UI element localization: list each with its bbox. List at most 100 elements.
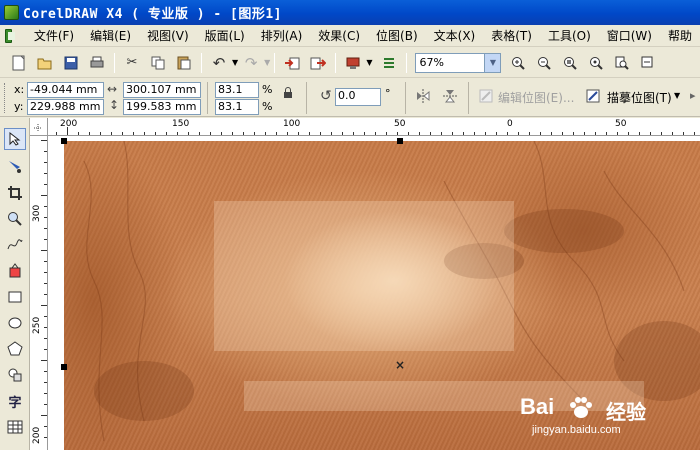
x-position-field[interactable]: -49.044 mm [27,82,104,98]
ruler-tick [628,132,629,135]
propbar-separator [468,82,469,114]
toolbox: 字 [0,118,30,450]
menu-help[interactable]: 帮助 [660,27,700,44]
basic-shapes-tool-icon[interactable] [4,364,26,386]
document-icon[interactable] [5,28,15,43]
trace-dropdown-icon[interactable]: ▼ [674,91,680,100]
menu-window[interactable]: 窗口(W) [599,27,660,44]
zoom-to-page-icon[interactable] [611,52,633,74]
ruler-tick [44,371,47,372]
y-position-field[interactable]: 229.988 mm [27,99,104,115]
menu-edit[interactable]: 编辑(E) [82,27,139,44]
ruler-tick [694,132,695,135]
trace-bitmap-icon[interactable] [586,89,600,106]
menu-file[interactable]: 文件(F) [26,27,82,44]
zoom-tool-icon[interactable] [4,208,26,230]
zoom-page-width-icon[interactable] [637,52,659,74]
ruler-label: 250 [32,316,42,334]
percent-label-y: % [262,100,273,113]
crop-tool-icon[interactable] [4,182,26,204]
launcher-dropdown-icon[interactable]: ▼ [366,58,372,67]
baidu-logo-text: Bai [520,394,555,419]
zoom-in-icon[interactable] [507,52,529,74]
menu-layout[interactable]: 版面(L) [197,27,253,44]
ruler-tick [375,132,376,135]
paste-icon[interactable] [173,52,195,74]
save-icon[interactable] [60,52,82,74]
ruler-tick [287,132,288,135]
y-label: y: [14,100,24,113]
table-tool-icon[interactable] [4,416,26,438]
undo-icon[interactable]: ↶ [208,52,230,74]
selection-handle-middle-left[interactable] [61,364,67,370]
width-field[interactable]: 300.107 mm [123,82,201,98]
polygon-tool-icon[interactable] [4,338,26,360]
print-icon[interactable] [86,52,108,74]
edit-bitmap-icon[interactable] [479,89,493,106]
ruler-origin-corner[interactable] [30,118,48,136]
toolbar-separator [274,52,276,73]
drawing-canvas[interactable]: × Bai 经验 jingyan.baidu.com [48,136,700,450]
smart-fill-tool-icon[interactable] [4,260,26,282]
redo-icon[interactable]: ↷ [240,52,262,74]
menu-arrange[interactable]: 排列(A) [253,27,311,44]
welcome-screen-icon[interactable] [378,52,400,74]
menu-view[interactable]: 视图(V) [139,27,197,44]
export-icon[interactable] [307,52,329,74]
menu-tools[interactable]: 工具(O) [540,27,599,44]
new-document-icon[interactable] [8,52,30,74]
scale-y-field[interactable]: 83.1 [215,99,259,115]
ruler-tick [177,132,178,135]
trace-bitmap-button[interactable]: 描摹位图(T) [607,89,672,106]
redo-dropdown-icon[interactable]: ▼ [264,58,270,67]
selection-handle-top-left[interactable] [61,138,67,144]
zoom-to-selected-icon[interactable] [559,52,581,74]
ruler-tick [254,132,255,135]
cut-icon[interactable]: ✂ [121,52,143,74]
freehand-tool-icon[interactable] [4,234,26,256]
zoom-level-select[interactable]: 67% ▼ [415,52,502,73]
selection-handle-top-center[interactable] [397,138,403,144]
application-launcher-icon[interactable] [342,52,364,74]
grip-handle[interactable] [4,83,7,113]
chevron-down-icon[interactable]: ▼ [484,53,501,72]
zoom-out-icon[interactable] [533,52,555,74]
lock-ratio-icon[interactable] [283,87,293,102]
ruler-tick [44,261,47,262]
coreldraw-app-icon[interactable] [4,5,19,20]
ruler-tick [210,132,211,135]
zoom-to-all-objects-icon[interactable] [585,52,607,74]
edit-bitmap-button[interactable]: 编辑位图(E)... [498,89,574,106]
scale-x-field[interactable]: 83.1 [215,82,259,98]
menu-text[interactable]: 文本(X) [426,27,484,44]
menu-effects[interactable]: 效果(C) [310,27,368,44]
vertical-ruler[interactable]: 300 250 200 [30,136,48,450]
ruler-tick [133,132,134,135]
title-bar: CorelDRAW X4 ( 专业版 ) - [图形1] [0,0,700,25]
import-icon[interactable] [281,52,303,74]
rotation-center-marker[interactable]: × [395,358,405,372]
rotation-angle-field[interactable]: 0.0 [335,88,381,106]
text-tool-icon[interactable]: 字 [4,390,26,412]
more-options-icon[interactable]: ▸ [690,89,696,102]
mirror-horizontal-icon[interactable] [415,88,431,107]
height-field[interactable]: 199.583 mm [123,99,201,115]
undo-dropdown-icon[interactable]: ▼ [232,58,238,67]
menu-bitmaps[interactable]: 位图(B) [368,27,426,44]
pick-tool-icon[interactable] [4,128,26,150]
ruler-tick [419,132,420,135]
open-folder-icon[interactable] [34,52,56,74]
ruler-tick [89,132,90,135]
ellipse-tool-icon[interactable] [4,312,26,334]
copy-icon[interactable] [147,52,169,74]
horizontal-ruler[interactable]: 200 150 100 50 0 50 [30,118,700,136]
ruler-tick [44,404,47,405]
rectangle-tool-icon[interactable] [4,286,26,308]
shape-tool-icon[interactable] [4,156,26,178]
menu-table[interactable]: 表格(T) [483,27,540,44]
ruler-tick [452,132,453,135]
ruler-tick [320,132,321,135]
mirror-vertical-icon[interactable] [442,88,458,107]
ruler-tick [188,132,189,135]
ruler-tick [573,132,574,135]
